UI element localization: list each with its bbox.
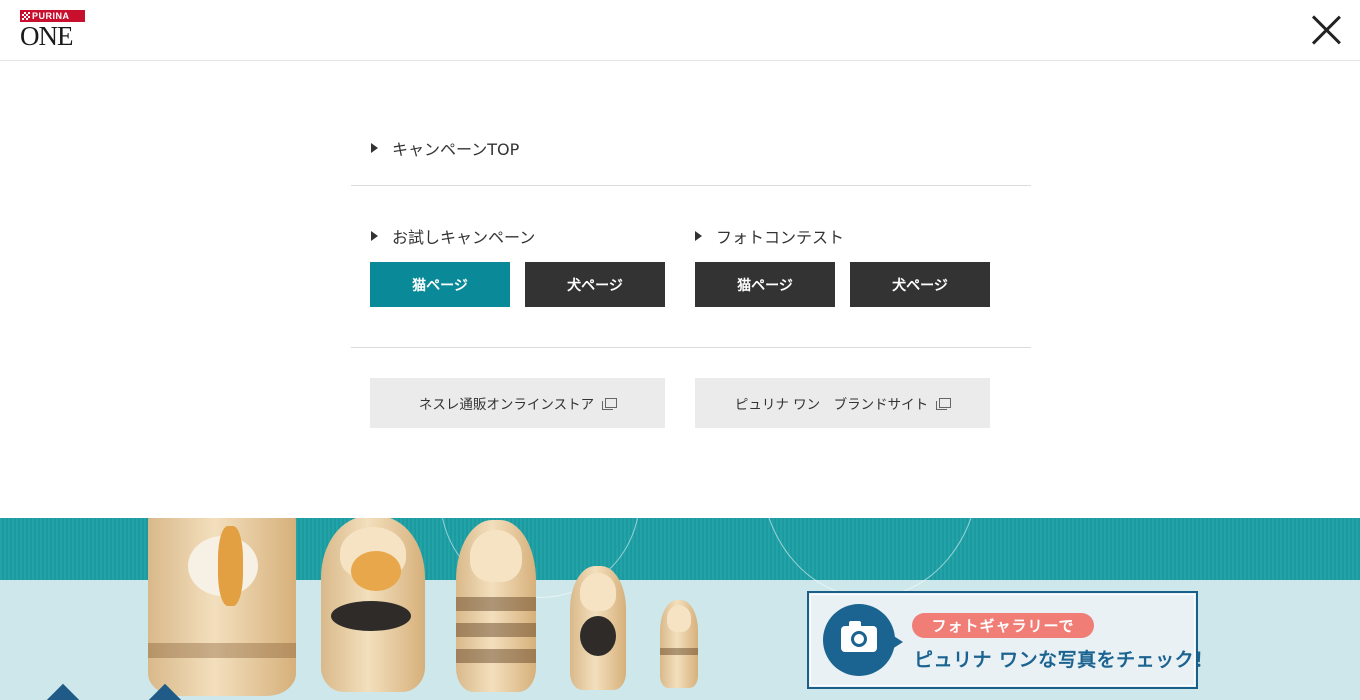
campaign-top-link[interactable]: キャンペーンTOP: [371, 136, 519, 160]
photo-contest-link[interactable]: フォトコンテスト: [695, 224, 844, 248]
doll-band: [660, 648, 698, 656]
doll-pattern: [351, 551, 401, 591]
camera-icon: [841, 621, 877, 652]
contest-dog-page-button[interactable]: 犬ページ: [850, 262, 990, 307]
logo-top-text: PURINA: [32, 11, 70, 21]
trial-campaign-link[interactable]: お試しキャンペーン: [371, 224, 535, 248]
triangle-right-icon: [371, 231, 378, 241]
divider: [351, 347, 1031, 348]
doll-pattern: [580, 616, 616, 656]
nestle-online-store-link[interactable]: ネスレ通販オンラインストア: [370, 378, 665, 428]
gallery-pill: フォトギャラリーで: [912, 613, 1094, 638]
doll-smallest: [660, 600, 698, 688]
close-icon[interactable]: [1310, 14, 1342, 46]
trial-cat-page-button[interactable]: 猫ページ: [370, 262, 510, 307]
doll-band: [456, 623, 536, 637]
doll-band: [148, 642, 296, 658]
speech-tail: [889, 633, 903, 651]
trial-campaign-label: お試しキャンペーン: [392, 228, 536, 247]
doll-face: [666, 605, 692, 632]
doll-large: [148, 518, 296, 696]
site-header: PURINA ONE: [0, 0, 1360, 61]
external-link-icon: [602, 397, 618, 410]
doll-medium: [321, 518, 425, 692]
campaign-top-label: キャンペーンTOP: [392, 140, 520, 159]
checkerboard-icon: [22, 12, 30, 20]
photo-contest-label: フォトコンテスト: [716, 228, 845, 247]
doll-smaller: [570, 566, 626, 690]
doll-face: [580, 573, 616, 611]
photo-gallery-banner[interactable]: フォトギャラリーで ピュリナ ワンな写真をチェック！: [807, 591, 1213, 689]
doll-pattern: [218, 526, 243, 606]
camera-badge: [823, 604, 895, 676]
doll-band: [456, 597, 536, 612]
doll-face: [470, 530, 522, 582]
logo-main-text: ONE: [20, 21, 73, 51]
triangle-right-icon: [695, 231, 702, 241]
doll-small: [456, 520, 536, 692]
external-link-icon: [936, 397, 952, 410]
background-page: フォトギャラリーで ピュリナ ワンな写真をチェック！: [0, 518, 1360, 700]
trial-dog-page-button[interactable]: 犬ページ: [525, 262, 665, 307]
navigation-menu: キャンペーンTOP お試しキャンペーン フォトコンテスト 猫ページ 犬ページ 猫…: [0, 61, 1360, 518]
purina-one-brand-site-link[interactable]: ピュリナ ワン ブランドサイト: [695, 378, 990, 428]
doll-pattern: [331, 601, 411, 631]
divider: [351, 185, 1031, 186]
gallery-heading: ピュリナ ワンな写真をチェック！: [914, 649, 1214, 671]
purina-one-logo[interactable]: PURINA ONE: [20, 10, 86, 50]
doll-band: [456, 649, 536, 663]
contest-cat-page-button[interactable]: 猫ページ: [695, 262, 835, 307]
camera-lens: [851, 631, 867, 647]
triangle-right-icon: [371, 143, 378, 153]
nestle-online-store-label: ネスレ通販オンラインストア: [418, 397, 595, 413]
brand-site-label: ピュリナ ワン ブランドサイト: [734, 397, 929, 413]
